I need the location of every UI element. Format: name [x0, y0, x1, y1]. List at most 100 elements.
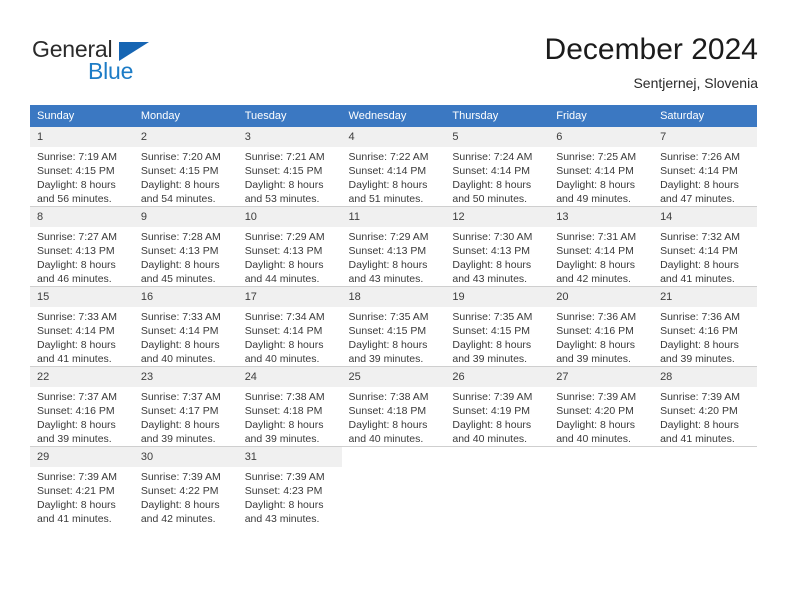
day-cell-3[interactable]: 3 Sunrise: 7:21 AM Sunset: 4:15 PM Daylight… — [237, 127, 342, 207]
day-cell-empty — [549, 446, 654, 526]
sunrise-time: Sunrise: 7:21 AM — [244, 151, 325, 163]
day-number: 3 — [237, 127, 342, 147]
daylight-duration-line1: Daylight: 8 hours — [140, 499, 220, 511]
sunrise-time: Sunrise: 7:39 AM — [37, 471, 117, 483]
day-cell-17[interactable]: 17 Sunrise: 7:34 AM Sunset: 4:14 PM Dayligh… — [237, 286, 342, 367]
daylight-duration-line1: Daylight: 8 hours — [348, 179, 428, 191]
day-cell-15[interactable]: 15 Sunrise: 7:33 AM Sunset: 4:14 PM Dayligh… — [30, 286, 134, 367]
day-cell-27[interactable]: 27 Sunrise: 7:39 AM Sunset: 4:20 PM Dayligh… — [549, 366, 654, 447]
day-cell-inner — [341, 447, 446, 526]
sunrise-time: Sunrise: 7:39 AM — [660, 391, 741, 403]
day-cell-23[interactable]: 23 Sunrise: 7:37 AM Sunset: 4:17 PM Dayligh… — [133, 366, 238, 447]
day-number: 25 — [341, 367, 446, 387]
day-cell-12[interactable]: 12 Sunrise: 7:30 AM Sunset: 4:13 PM Dayligh… — [445, 206, 550, 287]
day-cell-21[interactable]: 21 Sunrise: 7:36 AM Sunset: 4:16 PM Dayligh… — [653, 286, 757, 367]
day-cell-inner: 2 Sunrise: 7:20 AM Sunset: 4:15 PM Daylight… — [133, 127, 238, 206]
sunrise-time: Sunrise: 7:31 AM — [556, 231, 637, 243]
day-details: Sunrise: 7:37 AM Sunset: 4:16 PM Daylight:… — [30, 387, 134, 446]
day-cell-16[interactable]: 16 Sunrise: 7:33 AM Sunset: 4:14 PM Dayligh… — [133, 286, 238, 367]
sunset-time: Sunset: 4:20 PM — [660, 405, 738, 417]
day-cell-22[interactable]: 22 Sunrise: 7:37 AM Sunset: 4:16 PM Dayligh… — [30, 366, 134, 447]
daylight-duration-line2: and 39 minutes. — [660, 353, 735, 365]
sunrise-time: Sunrise: 7:30 AM — [452, 231, 533, 243]
day-cell-inner: 21 Sunrise: 7:36 AM Sunset: 4:16 PM Dayligh… — [653, 287, 757, 366]
daylight-duration-line2: and 44 minutes. — [244, 273, 320, 285]
daylight-duration-line1: Daylight: 8 hours — [140, 179, 220, 191]
day-cell-24[interactable]: 24 Sunrise: 7:38 AM Sunset: 4:18 PM Dayligh… — [237, 366, 342, 447]
daylight-duration-line1: Daylight: 8 hours — [556, 179, 636, 191]
daylight-duration-line1: Daylight: 8 hours — [348, 419, 428, 431]
daylight-duration-line2: and 39 minutes. — [140, 433, 216, 445]
day-number: 10 — [237, 207, 342, 227]
sunset-time: Sunset: 4:13 PM — [244, 245, 323, 257]
day-details: Sunrise: 7:39 AM Sunset: 4:20 PM Daylight:… — [549, 387, 653, 446]
day-cell-25[interactable]: 25 Sunrise: 7:38 AM Sunset: 4:18 PM Dayligh… — [341, 366, 446, 447]
sunset-time: Sunset: 4:15 PM — [37, 165, 115, 177]
day-number: 7 — [653, 127, 757, 147]
sunset-time: Sunset: 4:16 PM — [556, 325, 634, 337]
day-details: Sunrise: 7:39 AM Sunset: 4:20 PM Daylight:… — [653, 387, 757, 446]
day-cell-empty — [445, 446, 550, 526]
day-cell-empty — [653, 446, 757, 526]
sunrise-time: Sunrise: 7:24 AM — [452, 151, 533, 163]
day-cell-29[interactable]: 29 Sunrise: 7:39 AM Sunset: 4:21 PM Dayligh… — [30, 446, 134, 526]
day-cell-19[interactable]: 19 Sunrise: 7:35 AM Sunset: 4:15 PM Dayligh… — [445, 286, 550, 367]
day-details: Sunrise: 7:37 AM Sunset: 4:17 PM Daylight:… — [134, 387, 238, 446]
day-number: 27 — [549, 367, 654, 387]
day-cell-8[interactable]: 8 Sunrise: 7:27 AM Sunset: 4:13 PM Daylight… — [30, 206, 134, 287]
day-cell-14[interactable]: 14 Sunrise: 7:32 AM Sunset: 4:14 PM Dayligh… — [653, 206, 757, 287]
daylight-duration-line2: and 39 minutes. — [452, 353, 528, 365]
day-cell-31[interactable]: 31 Sunrise: 7:39 AM Sunset: 4:23 PM Dayligh… — [237, 446, 342, 526]
daylight-duration-line2: and 39 minutes. — [244, 433, 320, 445]
calendar-week-row: 1 Sunrise: 7:19 AM Sunset: 4:15 PM Daylight… — [30, 127, 757, 207]
day-cell-9[interactable]: 9 Sunrise: 7:28 AM Sunset: 4:13 PM Daylight… — [133, 206, 238, 287]
sunrise-time: Sunrise: 7:20 AM — [140, 151, 221, 163]
sunrise-time: Sunrise: 7:26 AM — [660, 151, 741, 163]
day-cell-5[interactable]: 5 Sunrise: 7:24 AM Sunset: 4:14 PM Daylight… — [445, 127, 550, 207]
sunrise-time: Sunrise: 7:33 AM — [37, 311, 117, 323]
day-details: Sunrise: 7:35 AM Sunset: 4:15 PM Daylight:… — [445, 307, 549, 366]
daylight-duration-line2: and 43 minutes. — [244, 513, 320, 525]
day-cell-inner — [653, 447, 757, 526]
day-cell-20[interactable]: 20 Sunrise: 7:36 AM Sunset: 4:16 PM Dayligh… — [549, 286, 654, 367]
daylight-duration-line2: and 39 minutes. — [348, 353, 424, 365]
page-title: December 2024 — [544, 33, 758, 66]
sunset-time: Sunset: 4:16 PM — [660, 325, 738, 337]
day-cell-28[interactable]: 28 Sunrise: 7:39 AM Sunset: 4:20 PM Dayligh… — [653, 366, 757, 447]
day-cell-1[interactable]: 1 Sunrise: 7:19 AM Sunset: 4:15 PM Daylight… — [30, 127, 134, 207]
day-cell-30[interactable]: 30 Sunrise: 7:39 AM Sunset: 4:22 PM Dayligh… — [133, 446, 238, 526]
day-cell-inner: 16 Sunrise: 7:33 AM Sunset: 4:14 PM Dayligh… — [133, 287, 238, 366]
daylight-duration-line1: Daylight: 8 hours — [140, 339, 220, 351]
sunrise-time: Sunrise: 7:39 AM — [244, 471, 325, 483]
daylight-duration-line1: Daylight: 8 hours — [452, 259, 532, 271]
calendar-week-row: 15 Sunrise: 7:33 AM Sunset: 4:14 PM Dayligh… — [30, 286, 757, 367]
sunset-time: Sunset: 4:16 PM — [37, 405, 115, 417]
general-blue-logo[interactable]: General Blue — [32, 36, 212, 88]
day-number: 12 — [445, 207, 550, 227]
day-cell-4[interactable]: 4 Sunrise: 7:22 AM Sunset: 4:14 PM Daylight… — [341, 127, 446, 207]
sunset-time: Sunset: 4:15 PM — [140, 165, 219, 177]
day-cell-2[interactable]: 2 Sunrise: 7:20 AM Sunset: 4:15 PM Daylight… — [133, 127, 238, 207]
day-details: Sunrise: 7:39 AM Sunset: 4:23 PM Daylight:… — [238, 467, 342, 526]
sunset-time: Sunset: 4:13 PM — [452, 245, 531, 257]
day-number: 6 — [549, 127, 654, 147]
day-cell-11[interactable]: 11 Sunrise: 7:29 AM Sunset: 4:13 PM Dayligh… — [341, 206, 446, 287]
weekday-header-friday: Friday — [549, 105, 654, 127]
sunset-time: Sunset: 4:13 PM — [37, 245, 115, 257]
day-cell-inner: 11 Sunrise: 7:29 AM Sunset: 4:13 PM Dayligh… — [341, 207, 446, 286]
day-cell-inner: 7 Sunrise: 7:26 AM Sunset: 4:14 PM Daylight… — [653, 127, 757, 206]
sunset-time: Sunset: 4:14 PM — [244, 325, 323, 337]
day-number — [445, 447, 550, 467]
day-cell-18[interactable]: 18 Sunrise: 7:35 AM Sunset: 4:15 PM Dayligh… — [341, 286, 446, 367]
daylight-duration-line2: and 40 minutes. — [452, 433, 528, 445]
day-cell-inner — [549, 447, 654, 526]
sunset-time: Sunset: 4:14 PM — [348, 165, 427, 177]
daylight-duration-line1: Daylight: 8 hours — [348, 339, 428, 351]
day-cell-7[interactable]: 7 Sunrise: 7:26 AM Sunset: 4:14 PM Daylight… — [653, 127, 757, 207]
day-cell-10[interactable]: 10 Sunrise: 7:29 AM Sunset: 4:13 PM Dayligh… — [237, 206, 342, 287]
day-cell-13[interactable]: 13 Sunrise: 7:31 AM Sunset: 4:14 PM Dayligh… — [549, 206, 654, 287]
day-cell-26[interactable]: 26 Sunrise: 7:39 AM Sunset: 4:19 PM Dayligh… — [445, 366, 550, 447]
day-cell-inner: 15 Sunrise: 7:33 AM Sunset: 4:14 PM Dayligh… — [30, 287, 134, 366]
day-cell-6[interactable]: 6 Sunrise: 7:25 AM Sunset: 4:14 PM Daylight… — [549, 127, 654, 207]
sunrise-time: Sunrise: 7:39 AM — [452, 391, 533, 403]
